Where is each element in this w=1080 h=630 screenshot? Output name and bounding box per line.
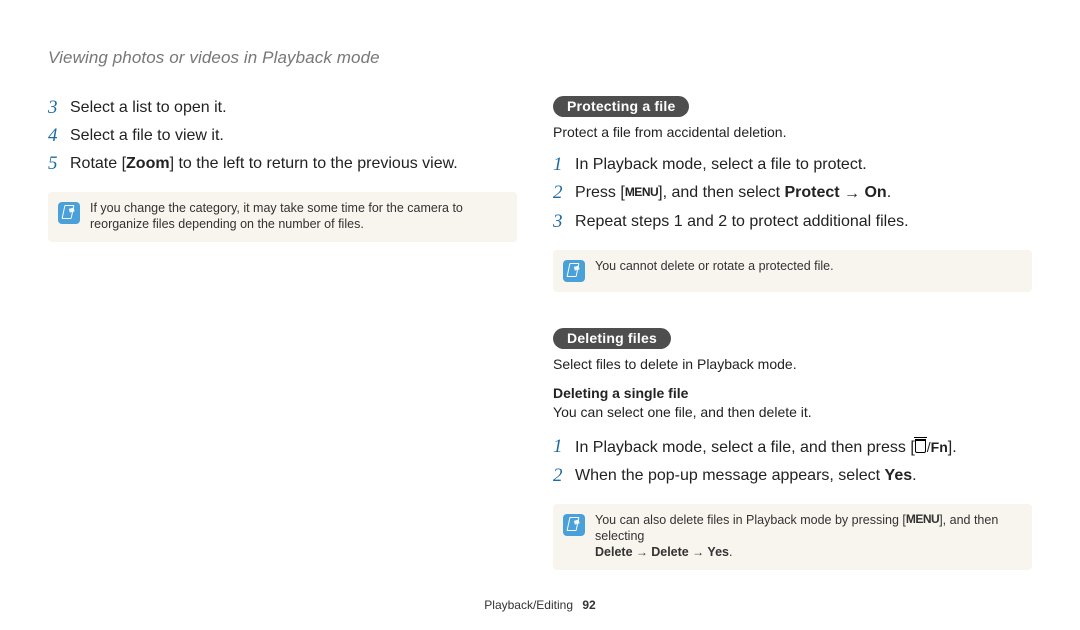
step-text-pre: Press [ bbox=[575, 184, 625, 201]
step-text-post: ]. bbox=[948, 439, 957, 456]
left-column: 3 Select a list to open it. 4 Select a f… bbox=[48, 96, 517, 570]
step-text: In Playback mode, select a file to prote… bbox=[575, 153, 867, 177]
columns: 3 Select a list to open it. 4 Select a f… bbox=[48, 96, 1032, 570]
note-pre: You can also delete files in Playback mo… bbox=[595, 513, 906, 527]
step-text: Select a list to open it. bbox=[70, 96, 227, 120]
note-box: You cannot delete or rotate a protected … bbox=[553, 250, 1032, 292]
step-text-bold: Yes bbox=[885, 467, 913, 484]
step-text-post: . bbox=[912, 467, 916, 484]
step-text: Press [MENU], and then select Protect → … bbox=[575, 181, 891, 206]
delete-steps: 1 In Playback mode, select a file, and t… bbox=[553, 435, 1032, 488]
page-number: 92 bbox=[582, 598, 595, 612]
step-text: In Playback mode, select a file, and the… bbox=[575, 435, 957, 460]
step-number: 1 bbox=[553, 435, 575, 459]
step-item: 2 Press [MENU], and then select Protect … bbox=[553, 181, 1032, 206]
note-tail: . bbox=[729, 545, 732, 559]
right-column: Protecting a file Protect a file from ac… bbox=[553, 96, 1032, 570]
step-item: 1 In Playback mode, select a file to pro… bbox=[553, 153, 1032, 177]
delete-subdesc: You can select one file, and then delete… bbox=[553, 403, 1032, 421]
step-number: 5 bbox=[48, 152, 70, 176]
note-icon bbox=[563, 514, 585, 536]
step-text-pre: Rotate [ bbox=[70, 155, 126, 172]
step-text-bold1: Protect bbox=[784, 184, 839, 201]
step-text-post: ] to the left to return to the previous … bbox=[170, 155, 458, 172]
footer-section: Playback/Editing bbox=[484, 598, 573, 612]
menu-icon: MENU bbox=[625, 180, 658, 204]
trash-fn-combo: /Fn bbox=[915, 439, 948, 455]
note-bold1: Delete bbox=[595, 545, 633, 559]
step-text-bold: Zoom bbox=[126, 155, 170, 172]
step-number: 2 bbox=[553, 181, 575, 205]
step-item: 4 Select a file to view it. bbox=[48, 124, 517, 148]
note-text: If you change the category, it may take … bbox=[90, 200, 505, 232]
step-text-pre: When the pop-up message appears, select bbox=[575, 467, 885, 484]
step-text-pre: In Playback mode, select a file, and the… bbox=[575, 439, 915, 456]
note-bold3: Yes bbox=[707, 545, 729, 559]
note-box: You can also delete files in Playback mo… bbox=[553, 504, 1032, 570]
step-text: When the pop-up message appears, select … bbox=[575, 464, 917, 488]
arrow-icon: → bbox=[633, 545, 652, 559]
step-number: 3 bbox=[553, 210, 575, 234]
step-text-bold2: On bbox=[864, 184, 886, 201]
fn-label: Fn bbox=[931, 439, 948, 455]
delete-chip: Deleting files bbox=[553, 328, 671, 349]
note-bold2: Delete bbox=[651, 545, 689, 559]
note-icon bbox=[58, 202, 80, 224]
arrow-icon: → bbox=[689, 545, 708, 559]
protect-section: Protecting a file Protect a file from ac… bbox=[553, 96, 1032, 292]
protect-chip: Protecting a file bbox=[553, 96, 689, 117]
arrow-icon: → bbox=[840, 185, 865, 202]
step-text: Select a file to view it. bbox=[70, 124, 224, 148]
page: Viewing photos or videos in Playback mod… bbox=[0, 0, 1080, 630]
step-number: 1 bbox=[553, 153, 575, 177]
trash-icon bbox=[915, 439, 926, 453]
delete-subhead: Deleting a single file bbox=[553, 385, 1032, 401]
step-item: 3 Select a list to open it. bbox=[48, 96, 517, 120]
page-header-title: Viewing photos or videos in Playback mod… bbox=[48, 48, 1032, 68]
step-number: 3 bbox=[48, 96, 70, 120]
step-item: 2 When the pop-up message appears, selec… bbox=[553, 464, 1032, 488]
protect-desc: Protect a file from accidental deletion. bbox=[553, 123, 1032, 141]
delete-desc: Select files to delete in Playback mode. bbox=[553, 355, 1032, 373]
step-text: Rotate [Zoom] to the left to return to t… bbox=[70, 152, 458, 176]
step-text: Repeat steps 1 and 2 to protect addition… bbox=[575, 210, 909, 234]
step-item: 1 In Playback mode, select a file, and t… bbox=[553, 435, 1032, 460]
step-number: 4 bbox=[48, 124, 70, 148]
note-text: You can also delete files in Playback mo… bbox=[595, 512, 1020, 560]
protect-steps: 1 In Playback mode, select a file to pro… bbox=[553, 153, 1032, 234]
step-text-post1: ], and then select bbox=[658, 184, 784, 201]
menu-icon: MENU bbox=[906, 511, 939, 527]
step-item: 3 Repeat steps 1 and 2 to protect additi… bbox=[553, 210, 1032, 234]
page-footer: Playback/Editing 92 bbox=[0, 598, 1080, 612]
left-steps: 3 Select a list to open it. 4 Select a f… bbox=[48, 96, 517, 176]
note-text: You cannot delete or rotate a protected … bbox=[595, 258, 834, 274]
step-number: 2 bbox=[553, 464, 575, 488]
note-box: If you change the category, it may take … bbox=[48, 192, 517, 242]
note-icon bbox=[563, 260, 585, 282]
step-item: 5 Rotate [Zoom] to the left to return to… bbox=[48, 152, 517, 176]
step-text-tail: . bbox=[887, 184, 891, 201]
delete-section: Deleting files Select files to delete in… bbox=[553, 328, 1032, 570]
